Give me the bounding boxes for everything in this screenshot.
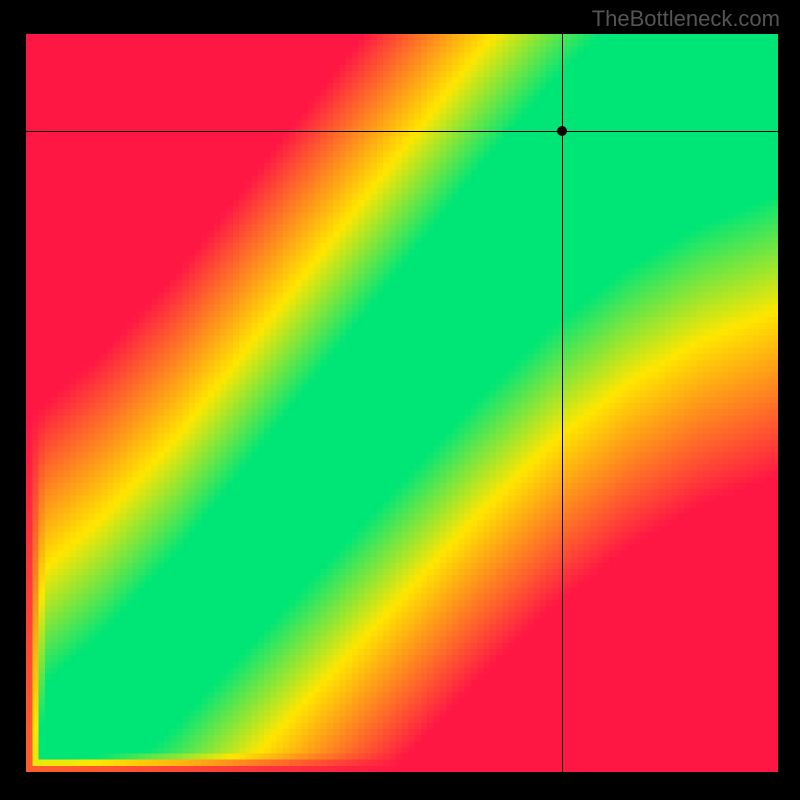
crosshair-horizontal bbox=[26, 131, 778, 132]
watermark-text: TheBottleneck.com bbox=[592, 6, 780, 32]
heatmap-plot bbox=[26, 34, 778, 772]
data-point-marker bbox=[557, 126, 567, 136]
crosshair-vertical bbox=[562, 34, 563, 772]
heatmap-canvas bbox=[26, 34, 778, 772]
